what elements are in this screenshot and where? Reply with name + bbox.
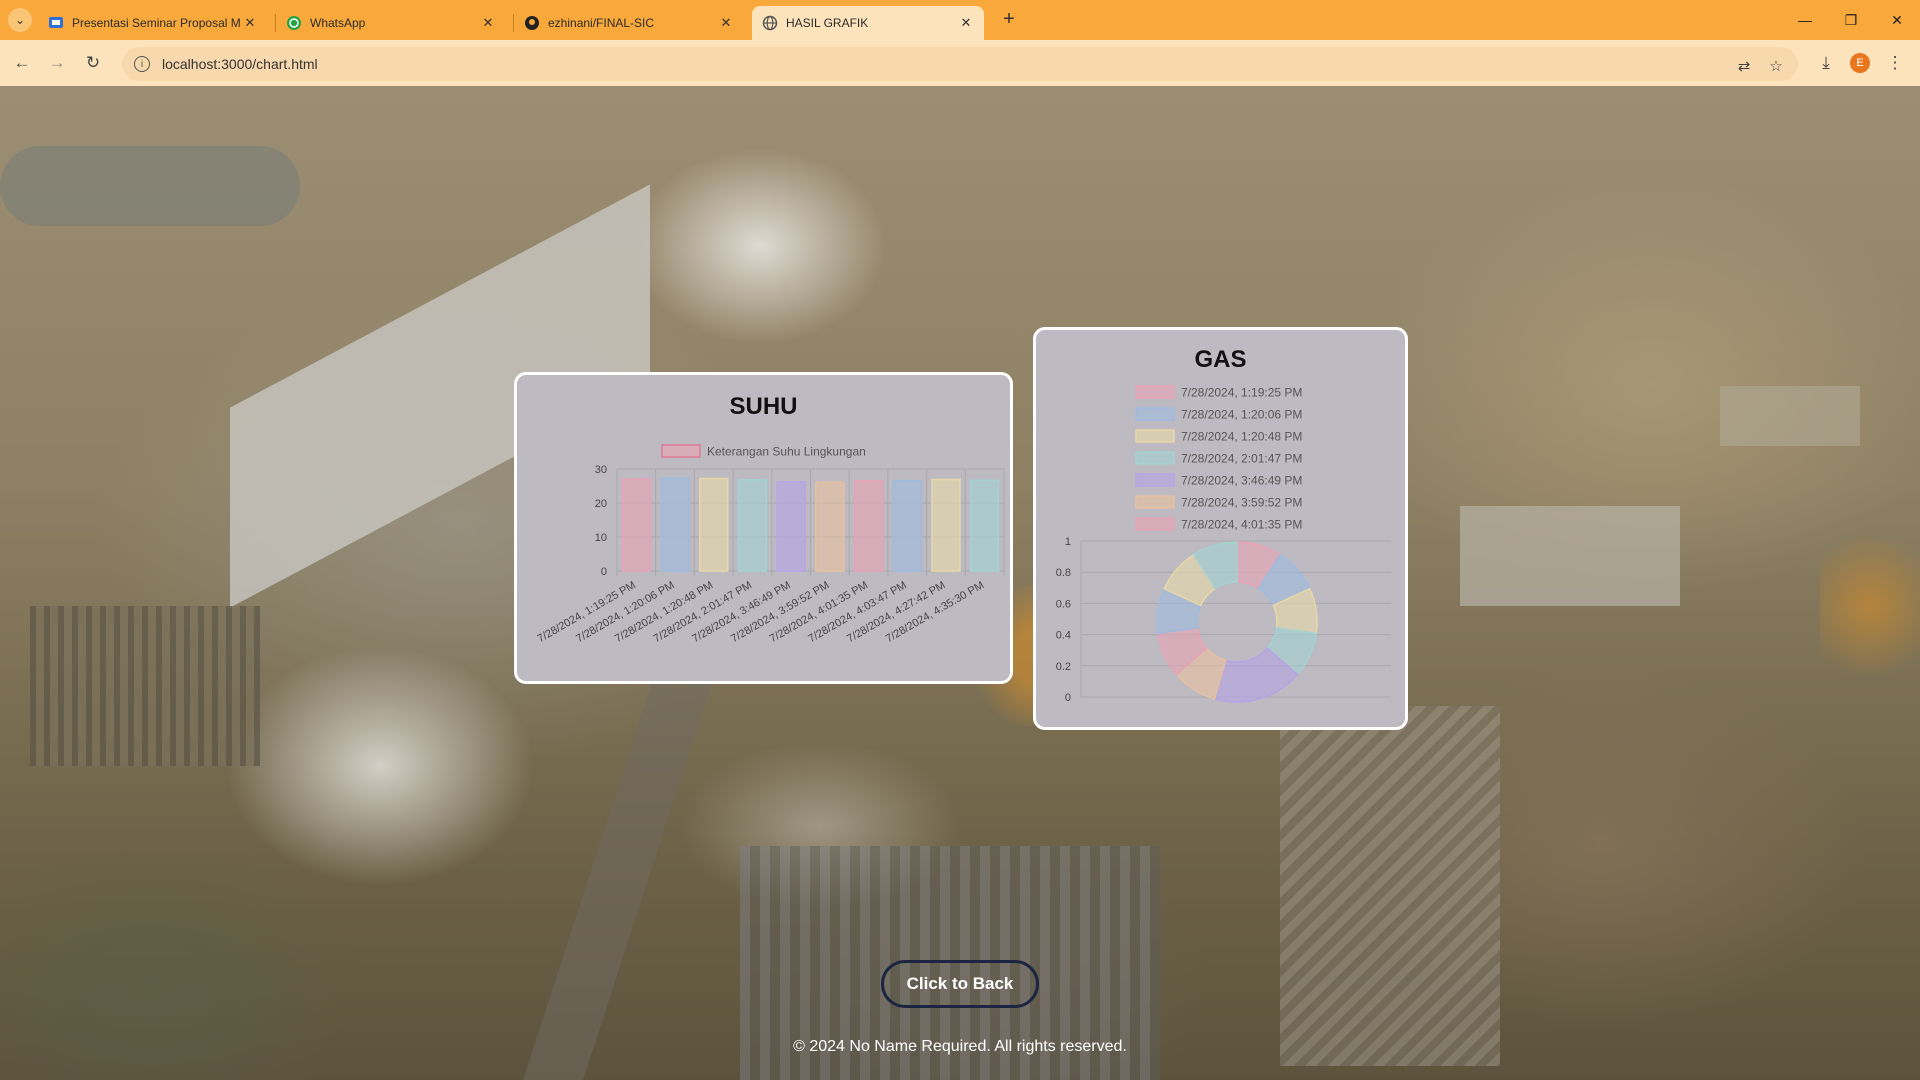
reload-icon[interactable]: ↻ bbox=[80, 50, 106, 76]
github-icon bbox=[524, 15, 540, 31]
browser-tab-strip: ⌄ Presentasi Seminar Proposal M ✕ WhatsA… bbox=[0, 0, 1920, 40]
profile-avatar[interactable]: E bbox=[1850, 53, 1870, 73]
legend-swatch bbox=[1135, 429, 1175, 443]
bar bbox=[621, 478, 652, 572]
back-arrow-icon[interactable]: ← bbox=[9, 50, 35, 76]
minimize-icon[interactable]: — bbox=[1790, 8, 1820, 32]
tab-title: Presentasi Seminar Proposal M bbox=[72, 16, 241, 30]
menu-kebab-icon[interactable]: ⋮ bbox=[1882, 50, 1908, 76]
address-bar[interactable]: i localhost:3000/chart.html ⇄ ☆ bbox=[122, 47, 1798, 81]
new-tab-button[interactable]: + bbox=[997, 8, 1021, 32]
bookmark-star-icon[interactable]: ☆ bbox=[1764, 55, 1788, 79]
legend-label: 7/28/2024, 3:46:49 PM bbox=[1181, 474, 1302, 488]
bar bbox=[853, 480, 884, 572]
legend-label: 7/28/2024, 4:01:35 PM bbox=[1181, 518, 1302, 532]
close-tab-icon[interactable]: ✕ bbox=[958, 15, 974, 31]
tab-search-button[interactable]: ⌄ bbox=[8, 8, 32, 32]
building-shape bbox=[1720, 386, 1860, 446]
y-tick-label: 0.6 bbox=[1056, 598, 1071, 610]
gas-doughnut-chart[interactable]: 7/28/2024, 1:19:25 PM 7/28/2024, 1:20:06 … bbox=[1036, 330, 1405, 727]
footer-copyright: © 2024 No Name Required. All rights rese… bbox=[793, 1038, 1127, 1055]
globe-icon bbox=[762, 15, 778, 31]
building-shape bbox=[1460, 506, 1680, 606]
browser-toolbar: ← → ↻ i localhost:3000/chart.html ⇄ ☆ ⤓ … bbox=[0, 40, 1920, 86]
legend-label: 7/28/2024, 1:19:25 PM bbox=[1181, 386, 1302, 400]
legend-swatch bbox=[1135, 473, 1175, 487]
legend-label: Keterangan Suhu Lingkungan bbox=[707, 445, 866, 459]
y-tick-label: 0.8 bbox=[1056, 567, 1071, 579]
y-tick-label: 0 bbox=[1065, 692, 1071, 704]
close-window-icon[interactable]: ✕ bbox=[1882, 8, 1912, 32]
legend-swatch bbox=[1135, 451, 1175, 465]
legend-swatch bbox=[1135, 407, 1175, 421]
stockpile-shape bbox=[1280, 706, 1500, 1066]
tab-title: ezhinani/FINAL-SIC bbox=[548, 16, 655, 30]
chevron-down-icon: ⌄ bbox=[14, 13, 26, 27]
download-icon[interactable]: ⤓ bbox=[1813, 50, 1839, 76]
bar bbox=[931, 478, 961, 572]
tab-hasil-grafik[interactable]: HASIL GRAFIK ✕ bbox=[752, 6, 984, 40]
close-tab-icon[interactable]: ✕ bbox=[242, 15, 258, 31]
y-tick-label: 10 bbox=[595, 532, 607, 544]
bar bbox=[892, 479, 922, 572]
tab-github[interactable]: ezhinani/FINAL-SIC ✕ bbox=[514, 6, 744, 40]
translate-icon[interactable]: ⇄ bbox=[1732, 55, 1756, 79]
slides-icon bbox=[48, 15, 64, 31]
legend-swatch bbox=[1135, 385, 1175, 399]
suhu-chart-card: SUHU Keterangan Suhu Lingkungan 0 10 20 30 7/… bbox=[514, 372, 1013, 684]
close-tab-icon[interactable]: ✕ bbox=[718, 15, 734, 31]
y-tick-label: 1 bbox=[1065, 536, 1071, 548]
legend-swatch bbox=[1135, 517, 1175, 531]
bar bbox=[660, 477, 690, 572]
y-tick-label: 0 bbox=[601, 566, 607, 578]
legend-swatch bbox=[1135, 495, 1175, 509]
tab-title: HASIL GRAFIK bbox=[786, 16, 869, 30]
y-tick-label: 20 bbox=[595, 498, 607, 510]
gas-chart-card: GAS 7/28/2024, 1:19:25 PM 7/28/2024, 1:20… bbox=[1033, 327, 1408, 730]
y-tick-label: 30 bbox=[595, 464, 607, 476]
y-tick-label: 0.4 bbox=[1056, 630, 1071, 642]
autumn-trees-shape bbox=[1820, 516, 1920, 696]
tab-whatsapp[interactable]: WhatsApp ✕ bbox=[276, 6, 506, 40]
bar bbox=[737, 479, 768, 572]
site-info-icon[interactable]: i bbox=[134, 56, 150, 72]
suhu-bar-chart[interactable]: Keterangan Suhu Lingkungan01020307/28/20… bbox=[517, 375, 1010, 681]
bar bbox=[776, 481, 806, 572]
restore-icon[interactable]: ❐ bbox=[1836, 8, 1866, 32]
whatsapp-icon bbox=[286, 15, 302, 31]
url-text[interactable]: localhost:3000/chart.html bbox=[162, 56, 318, 72]
y-tick-label: 0.2 bbox=[1056, 661, 1071, 673]
legend-swatch bbox=[1136, 540, 1174, 552]
tab-presentasi[interactable]: Presentasi Seminar Proposal M ✕ bbox=[38, 6, 268, 40]
scaffold-structure-shape bbox=[30, 606, 260, 766]
tab-title: WhatsApp bbox=[310, 16, 366, 30]
legend-label: 7/28/2024, 2:01:47 PM bbox=[1181, 452, 1302, 466]
pond-shape bbox=[0, 146, 300, 226]
bar bbox=[815, 481, 845, 572]
bar bbox=[969, 479, 1000, 572]
bar bbox=[699, 477, 729, 572]
legend-label: 7/28/2024, 1:20:48 PM bbox=[1181, 430, 1302, 444]
click-to-back-button[interactable]: Click to Back bbox=[881, 960, 1039, 1008]
forward-arrow-icon[interactable]: → bbox=[44, 50, 70, 76]
legend-label: 7/28/2024, 3:59:52 PM bbox=[1181, 496, 1302, 510]
legend-label: 7/28/2024, 1:20:06 PM bbox=[1181, 408, 1302, 422]
close-tab-icon[interactable]: ✕ bbox=[480, 15, 496, 31]
legend-swatch bbox=[661, 444, 701, 458]
